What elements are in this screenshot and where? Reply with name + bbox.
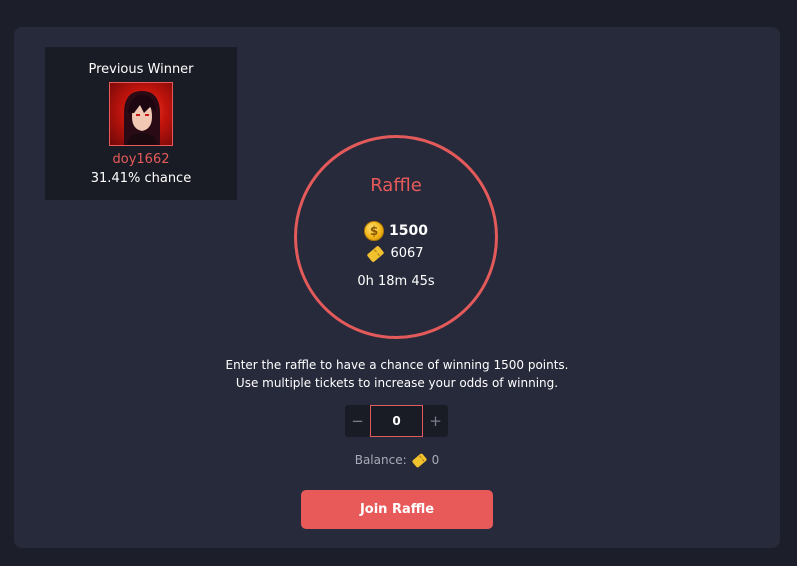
ticket-quantity-input[interactable] bbox=[370, 405, 423, 437]
previous-winner-title: Previous Winner bbox=[88, 62, 194, 77]
raffle-circle: Raffle $ 1500 6067 0h 18m 45s bbox=[294, 135, 498, 339]
ticket-icon bbox=[411, 452, 427, 468]
raffle-description: Enter the raffle to have a chance of win… bbox=[225, 358, 569, 390]
ticket-icon bbox=[366, 244, 385, 263]
winner-avatar bbox=[109, 82, 173, 146]
previous-winner-card: Previous Winner doy1662 31.41% chance bbox=[45, 47, 237, 200]
winner-username[interactable]: doy1662 bbox=[45, 152, 237, 167]
decrement-button[interactable]: − bbox=[345, 405, 370, 437]
balance-value: 0 bbox=[431, 453, 440, 467]
coin-icon: $ bbox=[364, 221, 385, 241]
tickets-count: 6067 bbox=[390, 246, 424, 261]
balance-row: Balance: 0 bbox=[14, 452, 780, 468]
raffle-panel: Previous Winner doy1662 31.41% chance Ra… bbox=[14, 27, 780, 548]
join-raffle-button[interactable]: Join Raffle bbox=[301, 490, 493, 529]
winner-avatar-image bbox=[124, 91, 160, 145]
winner-chance: 31.41% chance bbox=[90, 171, 192, 186]
raffle-title: Raffle bbox=[370, 175, 422, 196]
raffle-timer: 0h 18m 45s bbox=[357, 274, 435, 289]
increment-button[interactable]: + bbox=[423, 405, 448, 437]
prize-row: $ 1500 bbox=[297, 221, 495, 241]
ticket-quantity-stepper: − + bbox=[345, 405, 448, 437]
tickets-row: 6067 bbox=[297, 244, 495, 263]
prize-amount: 1500 bbox=[389, 223, 428, 239]
balance-label: Balance: bbox=[354, 453, 407, 467]
